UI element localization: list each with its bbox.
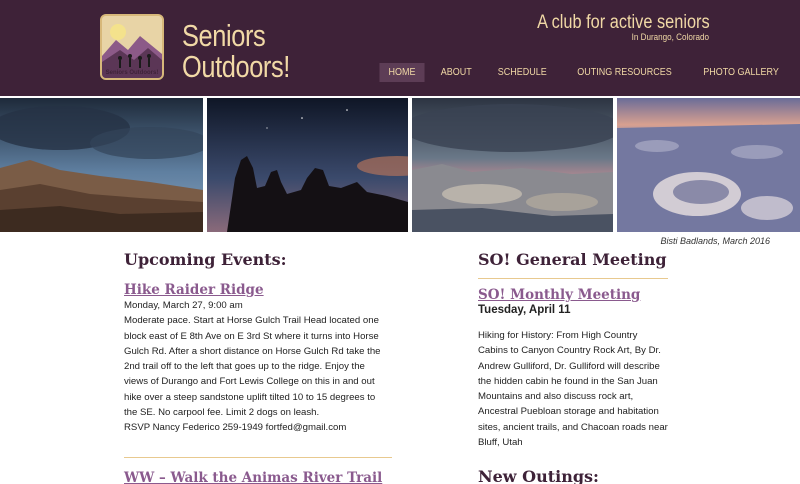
nav-schedule[interactable]: Schedule: [489, 63, 556, 82]
meeting-description-line: Andrew Gulliford, Dr. Gulliford will des…: [478, 360, 660, 372]
general-meeting-column: SO! General Meeting SO! Monthly Meeting …: [478, 250, 668, 484]
event-description-line: the SE. No carpool fee. Limit 2 dogs on …: [124, 407, 320, 419]
nav-home[interactable]: Home: [379, 63, 425, 82]
event-description-line: 2nd trail off to the left that goes up t…: [124, 361, 365, 373]
meeting-date: Tuesday, April 11: [478, 304, 571, 316]
event-description-line: Moderate pace. Start at Horse Gulch Trai…: [124, 315, 379, 327]
site-title[interactable]: Seniors Outdoors!: [182, 20, 290, 82]
event-description-line: Gulch Rd. After a short distance on Hors…: [124, 345, 381, 357]
photo-gallery-strip: [0, 96, 800, 232]
meeting-description-line: the hidden cabin he found in the San Jua…: [478, 375, 658, 387]
logo-graphic: Seniors Outdoors!: [102, 16, 162, 78]
event-rsvp: RSVP Nancy Federico 259-1949 fortfed@gma…: [124, 422, 347, 434]
event-description-line: block east of E 8th Ave on E 3rd St wher…: [124, 330, 379, 342]
gallery-photo-2[interactable]: [207, 98, 408, 232]
tagline: A club for active seniors: [537, 12, 710, 33]
section-divider: [478, 278, 668, 279]
meeting-description-line: Cabins to Canyon Country Rock Art, By Dr…: [478, 345, 661, 357]
meeting-description-line: Hiking for History: From High Country: [478, 330, 638, 341]
new-outings-heading: New Outings:: [478, 467, 599, 484]
main-nav: Home About Schedule Outing Resources Pho…: [377, 63, 793, 82]
location-text: In Durango, Colorado: [631, 32, 709, 42]
site-logo[interactable]: Seniors Outdoors!: [100, 14, 164, 80]
meeting-link-monthly-meeting[interactable]: SO! Monthly Meeting: [478, 287, 668, 303]
event-link-hike-raider-ridge[interactable]: Hike Raider Ridge: [124, 282, 392, 298]
nav-outing-resources[interactable]: Outing Resources: [568, 63, 681, 82]
gallery-photo-1[interactable]: [0, 98, 203, 232]
nav-about[interactable]: About: [432, 63, 481, 82]
site-header: Seniors Outdoors! Seniors Outdoors! A cl…: [0, 0, 800, 96]
gallery-photo-4[interactable]: [617, 98, 800, 232]
site-title-line1: Seniors: [182, 18, 266, 53]
upcoming-events-heading: Upcoming Events:: [124, 250, 287, 269]
event-link-walk-animas-river-trail[interactable]: WW – Walk the Animas River Trail: [124, 470, 392, 484]
gallery-caption: Bisti Badlands, March 2016: [660, 236, 770, 246]
meeting-description-line: sites, ancient trails, and Chacoan roads…: [478, 421, 668, 433]
logo-text: Seniors Outdoors!: [106, 70, 159, 76]
event-datetime: Monday, March 27, 9:00 am: [124, 300, 243, 311]
gallery-photo-3[interactable]: [412, 98, 613, 232]
meeting-description-line: Ancestral Puebloan storage and habitatio…: [478, 406, 659, 418]
nav-photo-gallery[interactable]: Photo Gallery: [694, 63, 788, 82]
meeting-description-line: Bluff, Utah: [478, 437, 523, 449]
section-divider: [124, 456, 392, 458]
event-description-line: views of Durango and Fort Lewis College …: [124, 376, 375, 388]
upcoming-events-column: Upcoming Events: Hike Raider Ridge Monda…: [124, 250, 392, 484]
general-meeting-heading: SO! General Meeting: [478, 250, 667, 269]
site-title-line2: Outdoors!: [182, 49, 290, 84]
event-description-line: hike over a steep sandstone uplift tilte…: [124, 391, 376, 403]
meeting-description-line: Mountains and also discuss rock art,: [478, 391, 634, 403]
